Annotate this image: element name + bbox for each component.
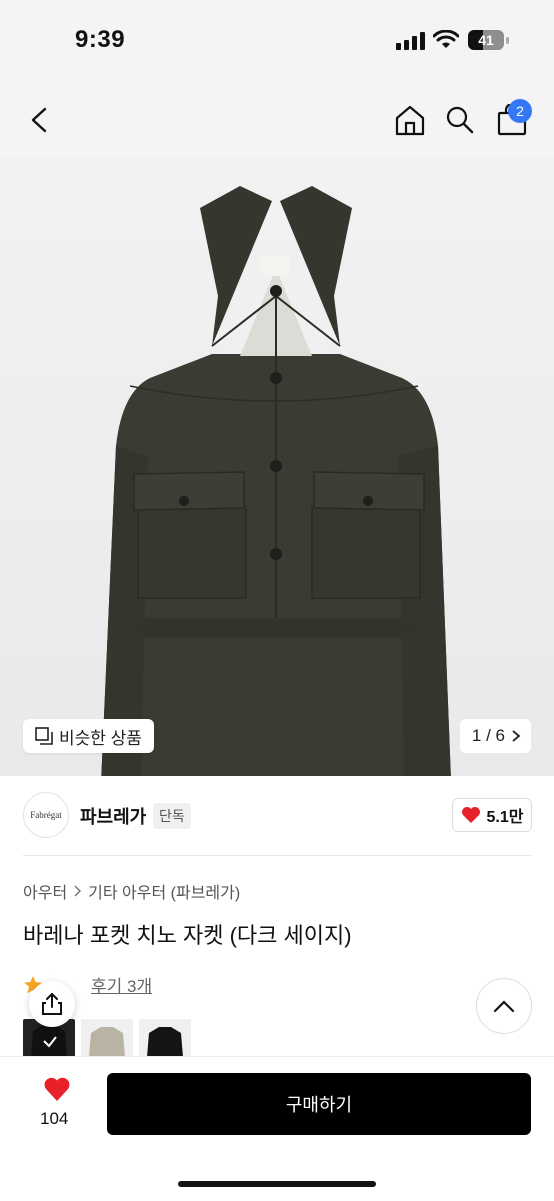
wifi-icon (433, 30, 459, 48)
share-button[interactable] (29, 981, 75, 1027)
brand-like-button[interactable]: 5.1만 (452, 798, 532, 832)
brand-name[interactable]: 파브레가 (80, 803, 146, 829)
color-thumbnail[interactable] (81, 1019, 133, 1057)
brand-like-count: 5.1만 (486, 809, 524, 826)
home-button[interactable] (388, 98, 432, 142)
brand-logo-text: Fabrégat (30, 810, 62, 820)
review-count-link[interactable]: 후기 3개 (91, 972, 152, 997)
copy-icon (35, 727, 53, 745)
signal-icon (396, 32, 425, 50)
image-counter[interactable]: 1 / 6 (459, 719, 531, 753)
breadcrumb-item[interactable]: 기타 아우터 (파브레가) (88, 879, 240, 903)
color-thumbnail[interactable] (139, 1019, 191, 1057)
home-indicator (178, 1181, 376, 1187)
search-button[interactable] (438, 98, 482, 142)
divider (23, 855, 531, 856)
similar-products-label: 비슷한 상품 (59, 728, 142, 748)
image-counter-text: 1 / 6 (471, 726, 505, 745)
home-icon (395, 105, 425, 136)
product-image-carousel[interactable] (0, 156, 554, 776)
status-time: 9:39 (75, 26, 126, 53)
breadcrumb-item[interactable]: 아우터 (23, 879, 67, 903)
top-navigation (0, 80, 554, 156)
product-title: 바레나 포켓 치노 자켓 (다크 세이지) (23, 923, 352, 948)
chevron-left-icon (31, 107, 47, 133)
chevron-right-icon (512, 730, 521, 742)
wishlist-count: 104 (40, 1109, 69, 1128)
battery-level: 41 (478, 32, 494, 48)
cart-count-badge: 2 (508, 99, 532, 123)
exclusive-badge: 단독 (153, 803, 191, 829)
product-image (101, 186, 451, 776)
chevron-right-icon (74, 885, 82, 897)
battery-icon: 41 (468, 30, 504, 50)
chevron-up-icon (493, 1000, 515, 1013)
similar-products-button[interactable]: 비슷한 상품 (23, 719, 154, 753)
breadcrumb: 아우터 기타 아우터 (파브레가) (23, 879, 240, 903)
share-icon (42, 993, 62, 1015)
wishlist-heart-icon[interactable] (43, 1076, 71, 1102)
brand-logo[interactable]: Fabrégat (23, 792, 69, 838)
status-bar: 9:39 41 (0, 0, 554, 80)
buy-button[interactable]: 구매하기 (107, 1073, 531, 1135)
search-icon (446, 106, 474, 134)
back-button[interactable] (18, 98, 62, 142)
heart-icon (461, 807, 480, 823)
scroll-to-top-button[interactable] (476, 978, 532, 1034)
